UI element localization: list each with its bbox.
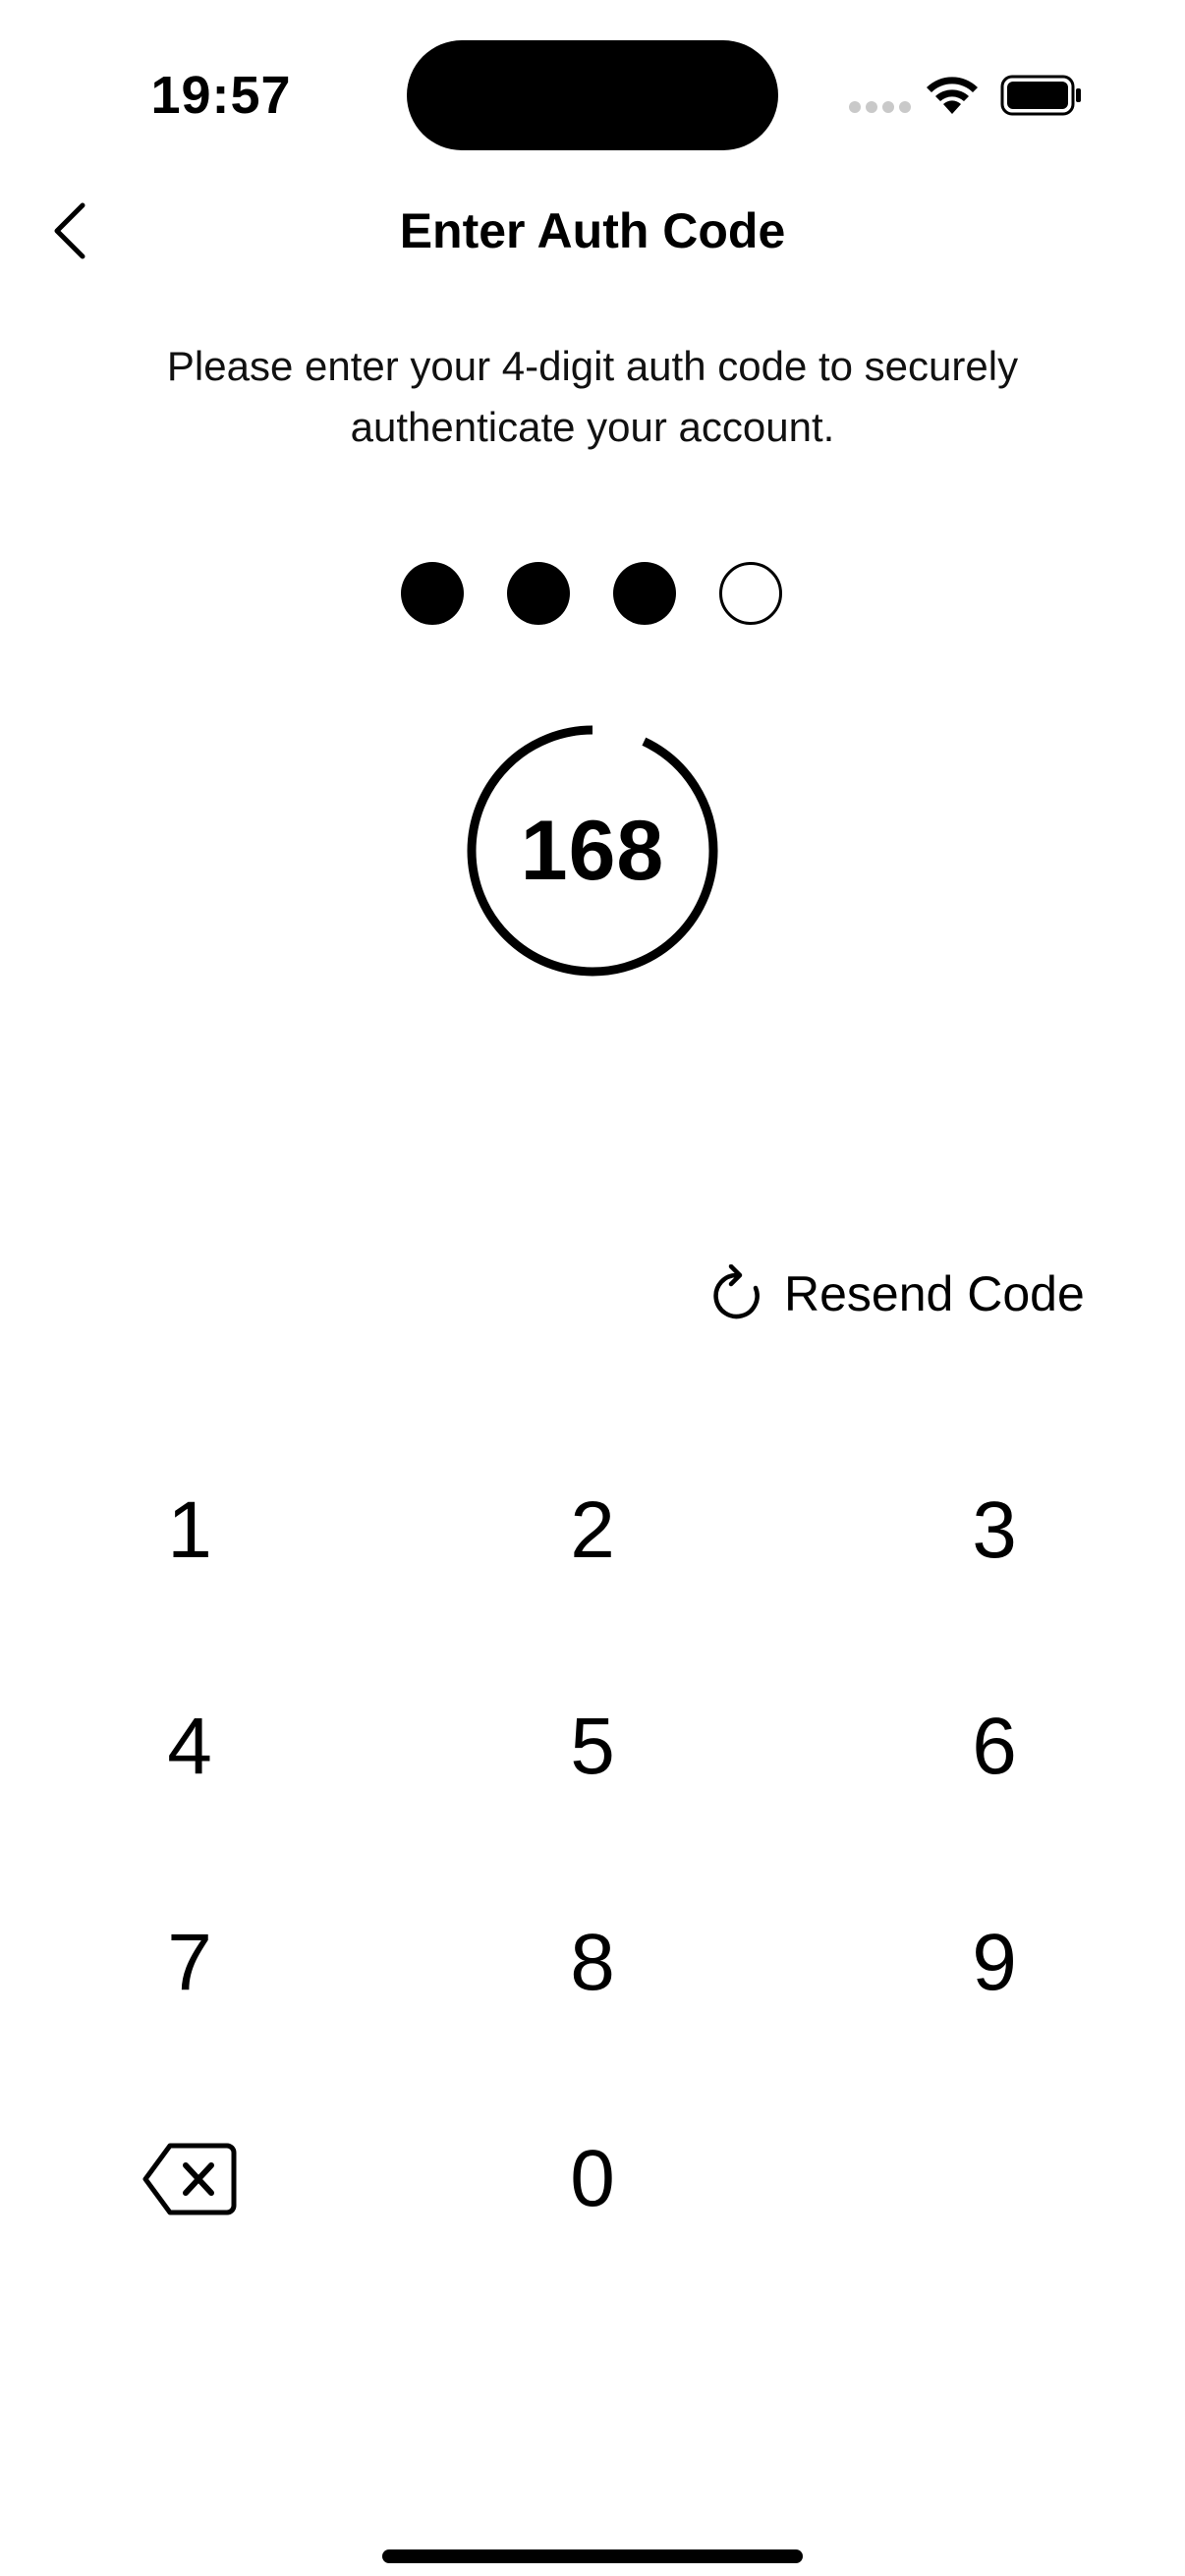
- keypad-key-8[interactable]: 8: [484, 1884, 701, 2042]
- delete-button[interactable]: [82, 2100, 298, 2258]
- keypad-key-2[interactable]: 2: [484, 1452, 701, 1609]
- resend-code-button[interactable]: Resend Code: [711, 1258, 1124, 1330]
- status-time: 19:57: [150, 66, 292, 125]
- countdown-timer: 168: [467, 725, 718, 977]
- backspace-icon: [142, 2143, 237, 2215]
- keypad-key-5[interactable]: 5: [484, 1668, 701, 1825]
- pin-indicator: [401, 562, 786, 627]
- resend-code-label: Resend Code: [784, 1266, 1085, 1321]
- keypad-key-7[interactable]: 7: [82, 1884, 298, 2042]
- keypad-key-9[interactable]: 9: [886, 1884, 1102, 2042]
- keypad-key-4[interactable]: 4: [82, 1668, 298, 1825]
- keypad-key-0[interactable]: 0: [484, 2100, 701, 2258]
- timer-value: 168: [520, 803, 665, 898]
- wifi-icon: [924, 71, 981, 116]
- keypad-key-3[interactable]: 3: [886, 1452, 1102, 1609]
- instruction-text: Please enter your 4-digit auth code to s…: [166, 343, 1019, 450]
- back-button[interactable]: [29, 187, 108, 275]
- page-title: Enter Auth Code: [399, 203, 786, 258]
- keypad-key-1[interactable]: 1: [82, 1452, 298, 1609]
- pin-dot: [401, 562, 464, 625]
- dynamic-island: [407, 40, 778, 150]
- keypad-key-6[interactable]: 6: [886, 1668, 1102, 1825]
- pin-dot: [719, 562, 782, 625]
- refresh-icon: [713, 1264, 760, 1319]
- cellular-signal-icon: [849, 101, 912, 115]
- pin-dot: [613, 562, 676, 625]
- chevron-left-icon: [54, 202, 85, 259]
- battery-icon: [1000, 75, 1083, 116]
- home-indicator[interactable]: [382, 2549, 803, 2563]
- pin-dot: [507, 562, 570, 625]
